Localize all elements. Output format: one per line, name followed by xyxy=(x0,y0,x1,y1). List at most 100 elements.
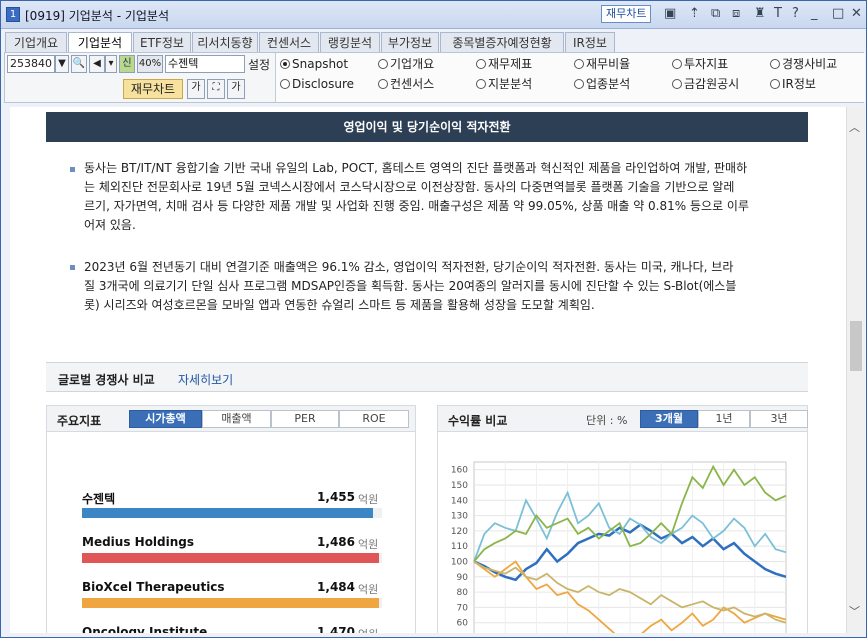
tab-1[interactable]: 기업개요 xyxy=(5,32,67,53)
finance-chart-button[interactable]: 재무차트 xyxy=(123,79,183,99)
radio-label: 컨센서스 xyxy=(390,77,435,91)
finance-chart-title-button[interactable]: 재무차트 xyxy=(601,5,652,23)
radio-circle-icon[interactable] xyxy=(574,59,584,69)
company-name: Oncology Institute xyxy=(82,625,208,633)
radio-circle-icon[interactable] xyxy=(770,59,780,69)
company-value: 1,470 xyxy=(317,625,355,633)
radio-11[interactable]: 금감원공시 xyxy=(672,76,739,92)
metric-tab-4[interactable]: ROE xyxy=(339,410,409,428)
radio-circle-icon[interactable] xyxy=(574,79,584,89)
radio-3[interactable]: 재무제표 xyxy=(476,56,532,72)
content-area: 영업이익 및 당기순이익 적자전환 동사는 BT/IT/NT 융합기술 기반 국… xyxy=(10,107,846,633)
tab-2[interactable]: 기업분석 xyxy=(68,32,132,54)
help-icon[interactable]: ? xyxy=(792,6,799,22)
fit-screen-icon[interactable]: ⛶ xyxy=(207,79,225,99)
speaker-dropdown-icon[interactable]: ▾ xyxy=(105,55,117,73)
metric-tab-1[interactable]: 시가총액 xyxy=(129,410,202,428)
tab-6[interactable]: 랭킹분석 xyxy=(320,32,380,53)
y-tick-label: 140 xyxy=(451,496,468,506)
window-number-badge[interactable]: 1 xyxy=(6,7,20,22)
radio-circle-icon[interactable] xyxy=(672,59,682,69)
chart-icon[interactable]: ▣ xyxy=(664,6,676,22)
text-size-up-icon[interactable]: 가 xyxy=(227,79,245,99)
radio-5[interactable]: 투자지표 xyxy=(672,56,728,72)
radio-2[interactable]: 기업개요 xyxy=(378,56,434,72)
radio-7[interactable]: Disclosure xyxy=(280,76,354,92)
return-comparison-title: 수익률 비교 xyxy=(448,414,508,428)
company-name: Medius Holdings xyxy=(82,535,195,549)
y-tick-label: 80 xyxy=(457,588,469,598)
stock-name-input[interactable]: 수젠텍 xyxy=(165,55,245,73)
return-comparison-panel: 수익률 비교 단위 : % 3개월 1년 3년 160 150 140 130 120 110… xyxy=(437,405,808,633)
pin-icon[interactable]: ♜ xyxy=(754,6,766,22)
settings-link[interactable]: 설정 xyxy=(248,56,270,73)
radio-9[interactable]: 지분분석 xyxy=(476,76,532,92)
radio-label: 금감원공시 xyxy=(684,77,740,91)
period-tab-3[interactable]: 3년 xyxy=(750,410,808,428)
link-icon[interactable]: ⇡ xyxy=(689,6,700,22)
tab-4[interactable]: 리서치동향 xyxy=(192,32,258,53)
speaker-icon[interactable]: ◀ xyxy=(89,55,105,73)
radio-label: Disclosure xyxy=(292,77,355,91)
company-bar xyxy=(82,598,379,608)
radio-10[interactable]: 업종분석 xyxy=(574,76,630,92)
tile-icon[interactable]: ⧉ xyxy=(711,6,720,22)
radio-label: 재무비율 xyxy=(586,57,631,71)
radio-circle-icon[interactable] xyxy=(770,79,780,89)
radio-label: Snapshot xyxy=(292,57,349,71)
metric-tab-2[interactable]: 매출액 xyxy=(202,410,271,428)
key-metrics-title: 주요지표 xyxy=(57,414,102,428)
radio-circle-icon[interactable] xyxy=(280,79,290,89)
radio-6[interactable]: 경쟁사비교 xyxy=(770,56,837,72)
maximize-icon[interactable]: □ xyxy=(832,6,844,22)
tab-3[interactable]: ETF정보 xyxy=(133,32,191,53)
text-icon[interactable]: T xyxy=(774,6,782,22)
radio-8[interactable]: 컨센서스 xyxy=(378,76,434,92)
vertical-scrollbar[interactable]: ︿ ﹀ xyxy=(846,107,865,633)
bar-track xyxy=(82,553,382,563)
company-name: 수젠텍 xyxy=(82,492,116,506)
para1-line-2: 는 체외진단 전문회사로 19년 5월 코넥스시장에서 코스닥시장으로 이전상장… xyxy=(84,180,735,194)
close-icon[interactable]: ✕ xyxy=(851,6,862,22)
view-details-link[interactable]: 자세히보기 xyxy=(178,371,233,388)
scroll-up-icon[interactable]: ︿ xyxy=(849,119,860,135)
radio-4[interactable]: 재무비율 xyxy=(574,56,630,72)
radio-label: 기업개요 xyxy=(390,57,435,71)
tab-8[interactable]: 종목별증자예정현황 xyxy=(440,32,564,53)
window-icon[interactable]: ⧈ xyxy=(732,6,740,22)
y-tick-label: 150 xyxy=(451,481,468,491)
search-icon[interactable]: 🔍 xyxy=(71,55,87,73)
radio-12[interactable]: IR정보 xyxy=(770,76,816,92)
radio-label: 투자지표 xyxy=(684,57,729,71)
period-tab-2[interactable]: 1년 xyxy=(698,410,750,428)
radio-circle-icon[interactable] xyxy=(280,59,290,69)
code-dropdown-icon[interactable]: ▼ xyxy=(55,55,69,73)
period-tab-1[interactable]: 3개월 xyxy=(640,410,698,428)
radio-circle-icon[interactable] xyxy=(476,79,486,89)
para1-line-4: 어져 있음. xyxy=(84,218,136,232)
unit-label: 억원 xyxy=(358,626,378,633)
bullet-2 xyxy=(70,265,75,270)
y-tick-label: 110 xyxy=(451,542,468,552)
para2-line-2: 질 3개국에 의료기기 단일 심사 프로그램 MDSAP인증을 획득함. 동사는… xyxy=(84,279,737,293)
stock-code-input[interactable]: 253840 xyxy=(7,55,55,73)
radio-1[interactable]: Snapshot xyxy=(280,56,348,72)
minimize-icon[interactable]: _ xyxy=(811,6,818,22)
radio-label: 재무제표 xyxy=(488,57,533,71)
text-size-down-icon[interactable]: 가 xyxy=(187,79,205,99)
radio-circle-icon[interactable] xyxy=(476,59,486,69)
scroll-thumb[interactable] xyxy=(850,321,862,371)
tab-9[interactable]: IR정보 xyxy=(565,32,615,53)
scroll-down-icon[interactable]: ﹀ xyxy=(849,603,860,619)
margin-percent-badge: 40% xyxy=(137,55,163,73)
metric-tab-3[interactable]: PER xyxy=(271,410,339,428)
radio-circle-icon[interactable] xyxy=(378,59,388,69)
company-bar xyxy=(82,508,373,518)
menu-radio-group: Snapshot 기업개요 재무제표 재무비율 투자지표 경쟁사비교 Disclosure 컨… xyxy=(275,53,865,102)
tab-7[interactable]: 부가정보 xyxy=(381,32,439,53)
radio-circle-icon[interactable] xyxy=(378,79,388,89)
tab-5[interactable]: 컨센서스 xyxy=(259,32,319,53)
radio-circle-icon[interactable] xyxy=(672,79,682,89)
y-tick-label: 70 xyxy=(457,603,469,613)
key-metrics-header: 주요지표 시가총액 매출액 PER ROE xyxy=(47,406,415,432)
